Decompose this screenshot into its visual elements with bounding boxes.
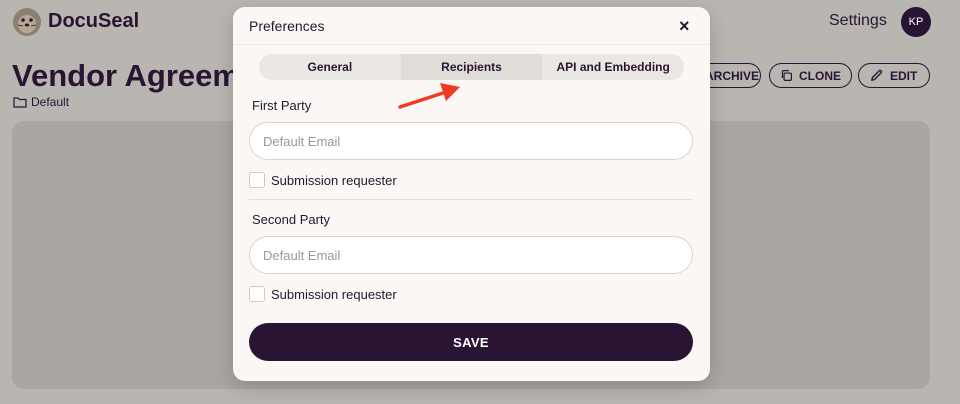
pencil-icon bbox=[871, 69, 883, 81]
clone-button-label: CLONE bbox=[799, 68, 841, 83]
second-party-requester-checkbox[interactable] bbox=[249, 286, 265, 302]
tab-api-and-embedding[interactable]: API and Embedding bbox=[542, 54, 684, 80]
docuseal-logo-icon[interactable] bbox=[12, 7, 42, 37]
brand-name[interactable]: DocuSeal bbox=[48, 10, 139, 33]
first-party-requester-row[interactable]: Submission requester bbox=[249, 172, 397, 188]
first-party-label: First Party bbox=[252, 98, 312, 113]
second-party-requester-row[interactable]: Submission requester bbox=[249, 286, 397, 302]
close-icon[interactable]: × bbox=[679, 17, 690, 35]
second-party-label: Second Party bbox=[252, 212, 331, 227]
modal-title: Preferences bbox=[249, 18, 325, 34]
clone-button[interactable]: CLONE bbox=[769, 63, 852, 88]
edit-button[interactable]: EDIT bbox=[858, 63, 930, 88]
preferences-tabs: General Recipients API and Embedding bbox=[259, 54, 684, 80]
section-divider bbox=[249, 199, 693, 200]
folder-name: Default bbox=[31, 95, 70, 109]
document-title: Vendor Agreeme bbox=[12, 58, 258, 93]
second-party-email-input[interactable] bbox=[249, 236, 693, 274]
first-party-requester-label: Submission requester bbox=[271, 172, 397, 188]
first-party-requester-checkbox[interactable] bbox=[249, 172, 265, 188]
first-party-email-input[interactable] bbox=[249, 122, 693, 160]
save-button[interactable]: SAVE bbox=[249, 323, 693, 361]
preferences-modal: Preferences × General Recipients API and… bbox=[233, 7, 710, 381]
folder-icon bbox=[13, 97, 27, 108]
header-divider bbox=[233, 44, 710, 45]
folder-breadcrumb[interactable]: Default bbox=[13, 95, 69, 109]
second-party-requester-label: Submission requester bbox=[271, 286, 397, 302]
user-avatar[interactable]: KP bbox=[901, 7, 931, 37]
archive-button-label: ARCHIVE bbox=[705, 68, 760, 83]
tab-general[interactable]: General bbox=[259, 54, 401, 80]
clone-icon bbox=[781, 70, 792, 81]
settings-link[interactable]: Settings bbox=[829, 12, 887, 30]
annotation-arrow-icon bbox=[398, 83, 460, 109]
edit-button-label: EDIT bbox=[890, 68, 918, 83]
